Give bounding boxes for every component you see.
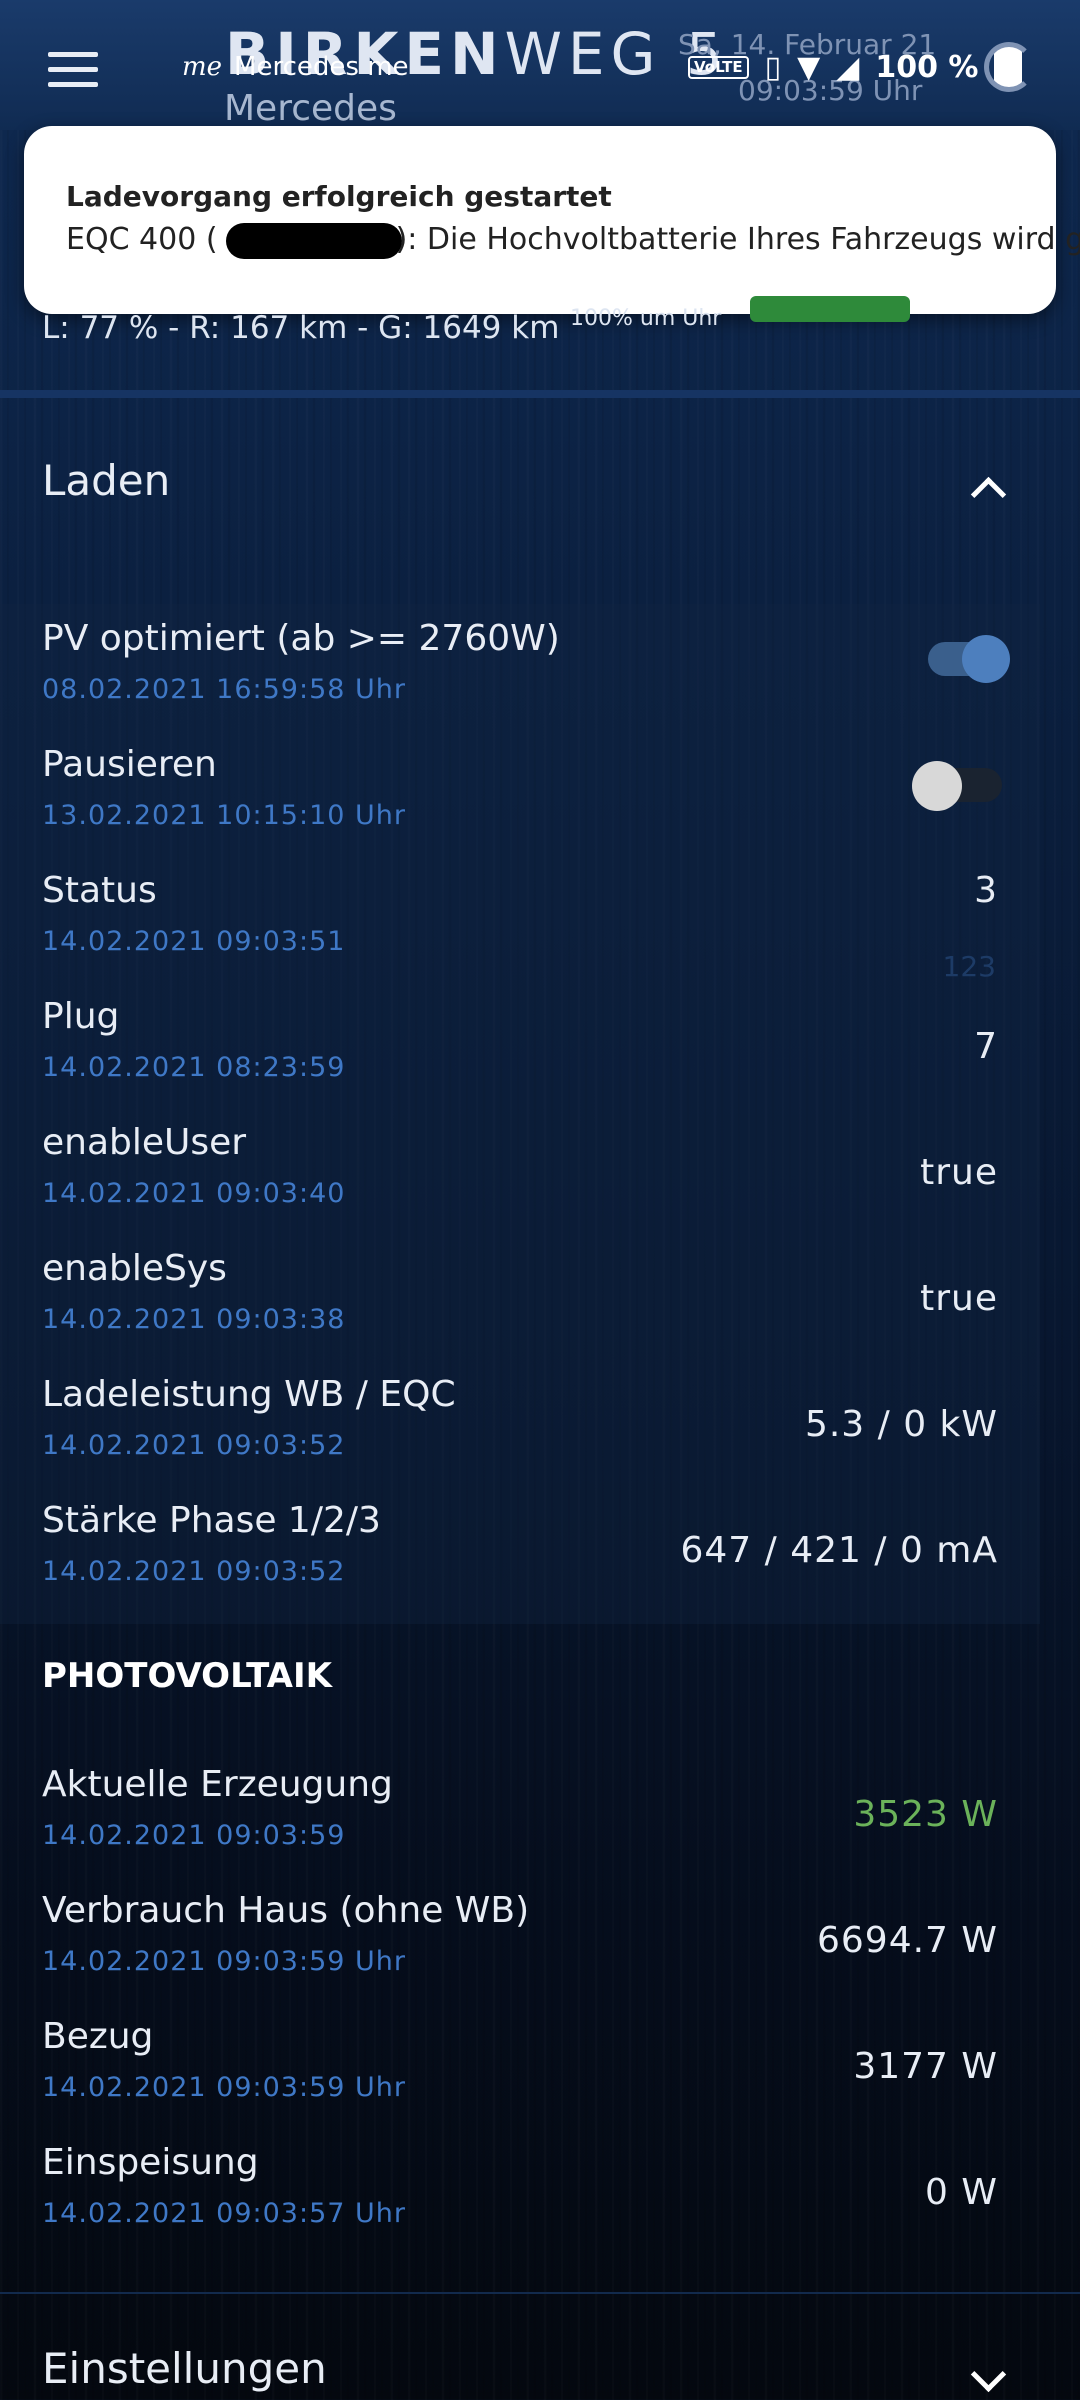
row-value: 3523 W (853, 1794, 998, 1835)
row-label: enableUser (42, 1122, 247, 1163)
row-timestamp: 14.02.2021 09:03:52 (42, 1430, 346, 1461)
row-timestamp: 14.02.2021 09:03:40 (42, 1178, 346, 1209)
section-divider (0, 390, 1080, 398)
row-label: Aktuelle Erzeugung (42, 1764, 393, 1805)
row-label: Verbrauch Haus (ohne WB) (42, 1890, 530, 1931)
row-label: Einspeisung (42, 2142, 259, 2183)
section-divider (0, 2292, 1080, 2294)
row-timestamp: 13.02.2021 10:15:10 Uhr (42, 800, 406, 831)
row-label: Ladeleistung WB / EQC (42, 1374, 456, 1415)
row-timestamp: 14.02.2021 09:03:57 Uhr (42, 2198, 406, 2229)
row-timestamp: 14.02.2021 09:03:38 (42, 1304, 346, 1335)
row-timestamp: 14.02.2021 09:03:59 (42, 1820, 346, 1851)
notification-subtitle: Mercedes (224, 88, 397, 129)
row-erzeugung: Aktuelle Erzeugung 14.02.2021 09:03:59 3… (42, 1764, 998, 1874)
row-bezug: Bezug 14.02.2021 09:03:59 Uhr 3177 W (42, 2016, 998, 2126)
row-timestamp: 14.02.2021 08:23:59 (42, 1052, 346, 1083)
row-value: 3177 W (853, 2046, 998, 2087)
notification-app-label: me Mercedes me (182, 52, 409, 82)
row-plug: Plug 14.02.2021 08:23:59 7 (42, 996, 998, 1106)
row-status: Status 14.02.2021 09:03:51 3 123 (42, 870, 998, 983)
battery-percent: 100 % (875, 49, 979, 85)
volte-icon: VoLTE (688, 55, 749, 79)
refresh-icon[interactable] (984, 42, 1034, 92)
row-label: Plug (42, 996, 120, 1037)
charge-status-bar (750, 296, 910, 322)
row-ladeleistung: Ladeleistung WB / EQC 14.02.2021 09:03:5… (42, 1374, 998, 1484)
menu-icon[interactable] (48, 52, 98, 92)
row-einspeisung: Einspeisung 14.02.2021 09:03:57 Uhr 0 W (42, 2142, 998, 2252)
app-header: BIRKENWEG 5 Sa, 14. Februar 21 09:03:59 … (0, 0, 1080, 130)
row-label: Bezug (42, 2016, 154, 2057)
row-enable-sys: enableSys 14.02.2021 09:03:38 true (42, 1248, 998, 1358)
notification-toast[interactable]: Ladevorgang erfolgreich gestartet EQC 40… (24, 126, 1080, 314)
charge-time: 100% um Uhr (570, 306, 722, 331)
section-photovoltaik-header: PHOTOVOLTAIK (42, 1656, 332, 1696)
row-timestamp: 14.02.2021 09:03:59 Uhr (42, 1946, 406, 1977)
row-label: PV optimiert (ab >= 2760W) (42, 618, 560, 659)
row-label: Pausieren (42, 744, 217, 785)
redacted-block (225, 222, 402, 259)
vibrate-icon: ▯ (764, 49, 782, 85)
pause-toggle[interactable] (912, 761, 1002, 811)
chevron-down-icon[interactable] (970, 2356, 1007, 2393)
row-verbrauch: Verbrauch Haus (ohne WB) 14.02.2021 09:0… (42, 1890, 998, 2000)
row-label: Status (42, 870, 157, 911)
row-pv-optimized: PV optimiert (ab >= 2760W) 08.02.2021 16… (42, 618, 1010, 728)
row-value: 3 (974, 870, 998, 911)
notification-title: Ladevorgang erfolgreich gestartet (66, 180, 612, 213)
wifi-icon: ▼ (797, 49, 821, 85)
row-ghost-value: 123 (942, 950, 996, 983)
row-timestamp: 14.02.2021 09:03:59 Uhr (42, 2072, 406, 2103)
row-timestamp: 14.02.2021 09:03:51 (42, 926, 346, 957)
section-einstellungen-header[interactable]: Einstellungen (42, 2344, 327, 2393)
row-value: true (920, 1278, 998, 1319)
section-laden-header[interactable]: Laden (42, 456, 170, 505)
row-value: 0 W (925, 2172, 998, 2213)
row-label: enableSys (42, 1248, 227, 1289)
row-phase: Stärke Phase 1/2/3 14.02.2021 09:03:52 6… (42, 1500, 998, 1610)
signal-icon: ◢ (836, 49, 860, 85)
vehicle-summary: L: 77 % - R: 167 km - G: 1649 km (42, 310, 560, 346)
row-label: Stärke Phase 1/2/3 (42, 1500, 381, 1541)
row-timestamp: 08.02.2021 16:59:58 Uhr (42, 674, 406, 705)
row-value: true (920, 1152, 998, 1193)
row-value: 647 / 421 / 0 mA (680, 1530, 998, 1571)
row-value: 5.3 / 0 kW (804, 1404, 998, 1445)
row-value: 6694.7 W (816, 1920, 998, 1961)
row-value: 7 (974, 1026, 998, 1067)
notification-body: EQC 400 (): Die Hochvoltbatterie Ihres F… (66, 222, 1080, 259)
chevron-up-icon[interactable] (970, 476, 1007, 513)
row-timestamp: 14.02.2021 09:03:52 (42, 1556, 346, 1587)
mercedes-me-logo-icon: me (182, 52, 223, 82)
row-enable-user: enableUser 14.02.2021 09:03:40 true (42, 1122, 998, 1232)
pv-optimized-toggle[interactable] (928, 635, 1010, 683)
row-pause: Pausieren 13.02.2021 10:15:10 Uhr (42, 744, 1002, 854)
status-bar: VoLTE ▯ ▼ ◢ 100 % (688, 46, 1023, 88)
